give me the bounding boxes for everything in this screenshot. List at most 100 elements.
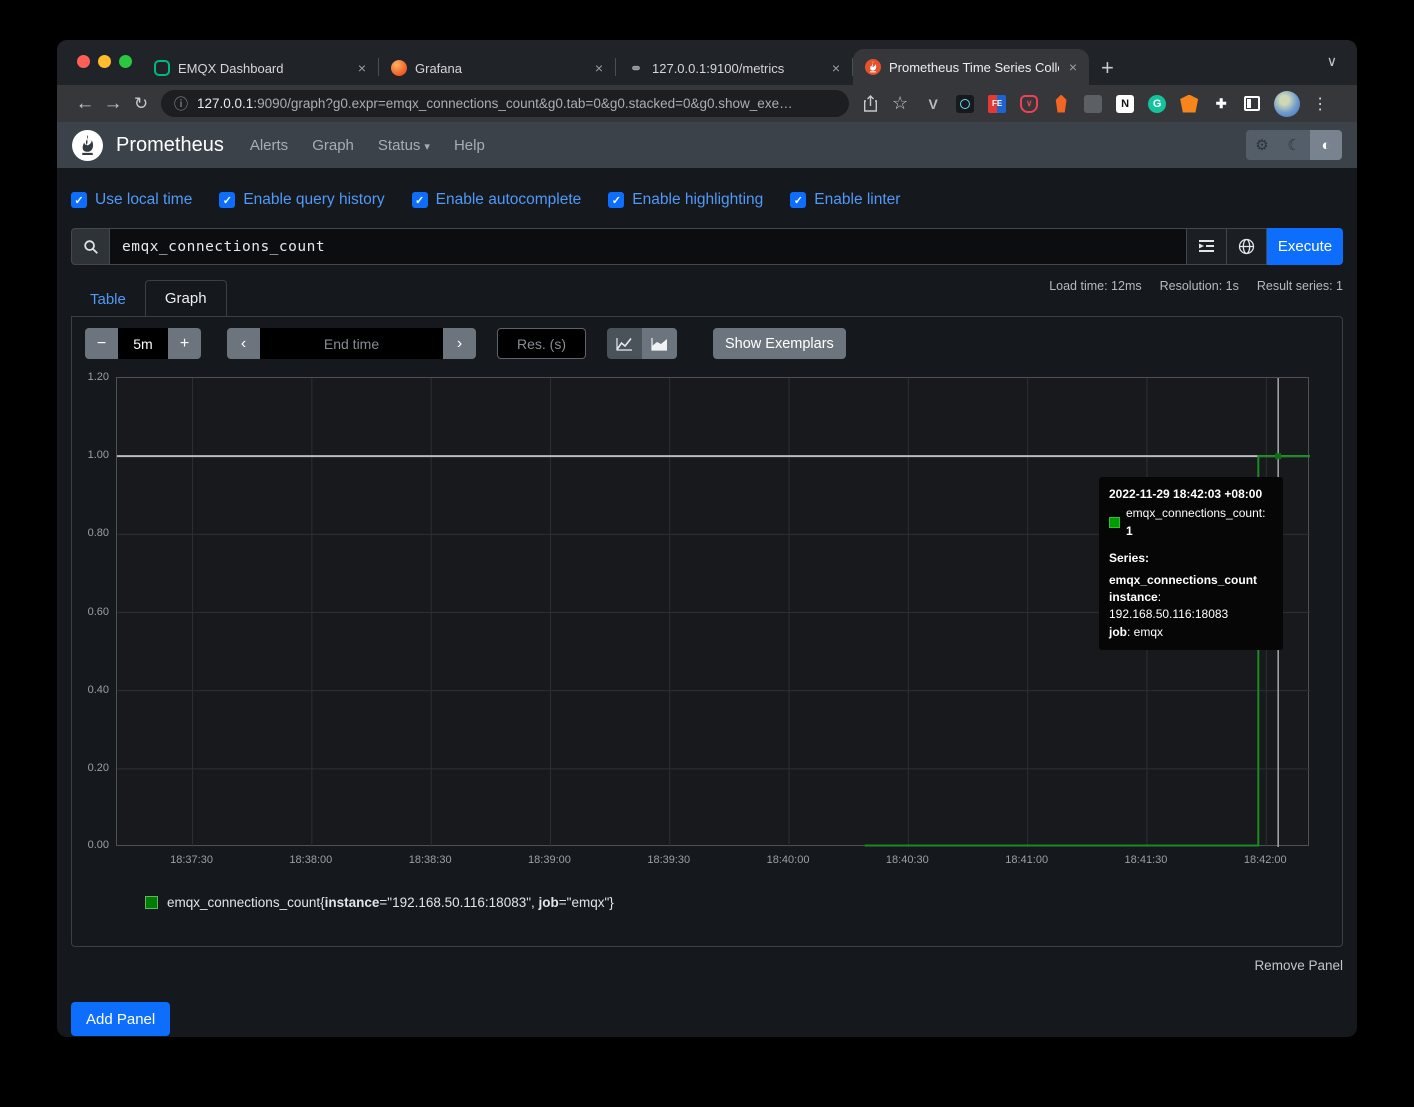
metrics-explorer-globe-icon[interactable]: [1227, 228, 1267, 265]
reload-icon[interactable]: ↻: [127, 94, 155, 114]
checkbox-checked-icon[interactable]: ✓: [790, 192, 806, 208]
time-forward-button[interactable]: ›: [443, 328, 476, 359]
close-tab-icon[interactable]: ×: [1067, 59, 1079, 75]
time-back-button[interactable]: ‹: [227, 328, 260, 359]
x-axis-tick-label: 18:38:30: [409, 854, 452, 866]
prometheus-app: Prometheus Alerts Graph Status▾ Help ⚙ ☾…: [57, 122, 1357, 1037]
tab-prometheus-active[interactable]: Prometheus Time Series Collec ×: [853, 49, 1089, 85]
nav-graph[interactable]: Graph: [312, 137, 354, 154]
query-history-icon[interactable]: [1187, 228, 1227, 265]
x-axis-tick-label: 18:41:00: [1005, 854, 1048, 866]
browser-menu-icon[interactable]: ⋮: [1312, 94, 1328, 114]
checkbox-checked-icon[interactable]: ✓: [608, 192, 624, 208]
auto-theme-contrast-icon[interactable]: ◐: [1310, 130, 1342, 160]
extensions-puzzle-icon[interactable]: ✚: [1212, 95, 1230, 113]
end-time-input[interactable]: [260, 328, 443, 359]
lighthouse-icon[interactable]: [1052, 95, 1070, 113]
line-chart-icon[interactable]: [607, 328, 642, 359]
close-window-button[interactable]: [77, 55, 90, 68]
dark-theme-moon-icon[interactable]: ☾: [1278, 130, 1310, 160]
maximize-window-button[interactable]: [119, 55, 132, 68]
tab-emqx-dashboard[interactable]: EMQX Dashboard ×: [142, 51, 378, 85]
tab-table[interactable]: Table: [71, 282, 145, 317]
tab-title: Grafana: [415, 61, 585, 76]
back-icon[interactable]: ←: [71, 93, 99, 115]
tab-graph[interactable]: Graph: [145, 280, 227, 317]
range-decrease-button[interactable]: −: [85, 328, 118, 359]
query-stats: Load time: 12ms Resolution: 1s Result se…: [1049, 279, 1343, 293]
pocket-icon[interactable]: ∨: [1020, 95, 1038, 113]
bookmark-star-icon[interactable]: ☆: [892, 93, 908, 114]
y-axis-tick-label: 0.00: [72, 839, 109, 851]
resolution-input[interactable]: [497, 328, 586, 359]
stacked-chart-icon[interactable]: [642, 328, 677, 359]
remove-panel-link[interactable]: Remove Panel: [1254, 958, 1343, 973]
graph-controls: − + ‹ › Show Exe: [72, 317, 1342, 359]
browser-tabs: EMQX Dashboard × Grafana × 127.0.0.1:910…: [142, 40, 1114, 85]
range-increase-button[interactable]: +: [168, 328, 201, 359]
nav-status-dropdown[interactable]: Status▾: [378, 137, 430, 154]
tooltip-series-name: emqx_connections_count: [1109, 572, 1273, 589]
close-tab-icon[interactable]: ×: [830, 60, 842, 76]
checkbox-checked-icon[interactable]: ✓: [219, 192, 235, 208]
range-value-input[interactable]: [118, 328, 168, 359]
option-use-local-time[interactable]: ✓Use local time: [71, 190, 192, 210]
option-enable-highlighting[interactable]: ✓Enable highlighting: [608, 190, 763, 210]
y-axis-tick-label: 0.80: [72, 527, 109, 539]
browser-window: EMQX Dashboard × Grafana × 127.0.0.1:910…: [57, 40, 1357, 1037]
disabled-extension-icon[interactable]: [1084, 95, 1102, 113]
share-icon[interactable]: [863, 95, 878, 112]
vue-devtools-icon[interactable]: V: [924, 95, 942, 113]
view-tabs: Table Graph: [71, 280, 227, 317]
grammarly-icon[interactable]: G: [1148, 95, 1166, 113]
link-favicon-icon: [628, 60, 644, 76]
option-enable-query-history[interactable]: ✓Enable query history: [219, 190, 384, 210]
range-stepper: − +: [85, 328, 201, 359]
x-axis-tick-label: 18:40:30: [886, 854, 929, 866]
close-tab-icon[interactable]: ×: [593, 60, 605, 76]
nav-help[interactable]: Help: [454, 137, 485, 154]
checkbox-checked-icon[interactable]: ✓: [71, 192, 87, 208]
legend-swatch-icon: [145, 896, 158, 909]
react-devtools-icon[interactable]: [956, 95, 974, 113]
chart-type-toggle: [607, 328, 677, 359]
tab-search-chevron-icon[interactable]: ∨: [1327, 53, 1337, 70]
search-icon: [71, 228, 110, 265]
settings-gear-icon[interactable]: ⚙: [1246, 130, 1278, 160]
execute-button[interactable]: Execute: [1267, 228, 1343, 265]
sidebar-toggle-icon[interactable]: [1244, 96, 1260, 111]
theme-toggle-group: ⚙ ☾ ◐: [1246, 130, 1342, 160]
remove-panel-row: Remove Panel: [57, 947, 1357, 976]
x-axis-tick-label: 18:41:30: [1125, 854, 1168, 866]
profile-avatar[interactable]: [1274, 91, 1300, 117]
query-expression-input[interactable]: [110, 228, 1187, 265]
option-enable-linter[interactable]: ✓Enable linter: [790, 190, 900, 210]
browser-toolbar: ← → ↻ ⓘ 127.0.0.1:9090/graph?g0.expr=emq…: [57, 85, 1357, 122]
option-enable-autocomplete[interactable]: ✓Enable autocomplete: [412, 190, 582, 210]
fe-extension-icon[interactable]: FE: [988, 95, 1006, 113]
chart-legend[interactable]: emqx_connections_count{instance="192.168…: [145, 895, 614, 910]
tabs-and-stats-row: Load time: 12ms Resolution: 1s Result se…: [71, 265, 1343, 316]
page-info-icon[interactable]: ⓘ: [174, 94, 188, 114]
tab-node-metrics[interactable]: 127.0.0.1:9100/metrics ×: [616, 51, 852, 85]
tab-grafana[interactable]: Grafana ×: [379, 51, 615, 85]
chevron-down-icon: ▾: [424, 141, 430, 153]
tooltip-series-heading: Series:: [1109, 550, 1273, 567]
show-exemplars-button[interactable]: Show Exemplars: [713, 328, 846, 359]
notion-icon[interactable]: N: [1116, 95, 1134, 113]
metamask-icon[interactable]: [1180, 95, 1198, 113]
close-tab-icon[interactable]: ×: [356, 60, 368, 76]
x-axis-tick-label: 18:40:00: [767, 854, 810, 866]
tooltip-job: job: emqx: [1109, 624, 1273, 641]
url-path: :9090/graph?g0.expr=emqx_connections_cou…: [253, 96, 792, 111]
address-bar[interactable]: ⓘ 127.0.0.1:9090/graph?g0.expr=emqx_conn…: [161, 90, 849, 117]
add-panel-button[interactable]: Add Panel: [71, 1002, 170, 1036]
legend-label: emqx_connections_count{instance="192.168…: [167, 895, 614, 910]
checkbox-checked-icon[interactable]: ✓: [412, 192, 428, 208]
new-tab-button[interactable]: +: [1101, 59, 1114, 77]
minimize-window-button[interactable]: [98, 55, 111, 68]
chart-tooltip: 2022-11-29 18:42:03 +08:00 emqx_connecti…: [1099, 477, 1283, 650]
tooltip-value-row: emqx_connections_count: 1: [1109, 505, 1273, 540]
forward-icon[interactable]: →: [99, 93, 127, 115]
nav-alerts[interactable]: Alerts: [250, 137, 288, 154]
